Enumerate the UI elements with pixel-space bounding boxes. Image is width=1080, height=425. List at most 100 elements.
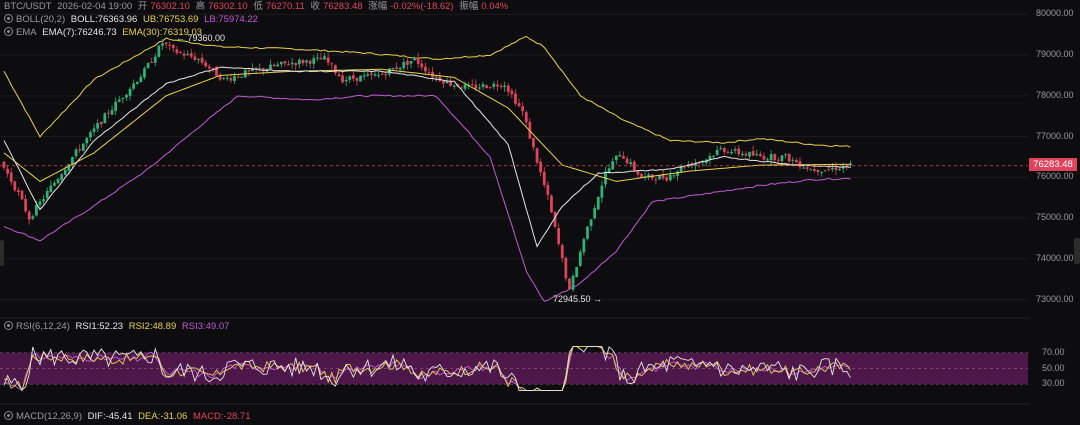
candle-body	[222, 77, 226, 79]
candle-body	[813, 169, 816, 171]
macd-header[interactable]: MACD(12,26,9) DIF:-45.41 DEA:-31.06 MACD…	[4, 411, 254, 423]
rsi-header[interactable]: RSI(6,12,24) RSI1:52.23 RSI2:48.89 RSI3:…	[4, 321, 232, 333]
candle-body	[593, 208, 597, 219]
candle-body	[586, 226, 589, 239]
candle-body	[258, 68, 262, 70]
candle-body	[92, 128, 96, 132]
rsi2-value: RSI2:48.89	[128, 321, 177, 332]
low-label: 低	[253, 1, 263, 12]
candle-body	[193, 56, 197, 60]
candle-body	[157, 45, 161, 57]
candlestick-chart[interactable]	[0, 0, 1080, 425]
candle-body	[748, 152, 751, 157]
bollinger-bands	[3, 35, 851, 302]
low-marker-label: 72945.50 →	[553, 294, 603, 304]
candle-body	[463, 84, 467, 89]
candle-body	[614, 155, 618, 161]
close-value: 76283.48	[322, 1, 363, 12]
candle-body	[762, 156, 766, 160]
candle-body	[402, 61, 406, 69]
price-tick-label: 74000.00	[1036, 252, 1074, 263]
candle-body	[632, 161, 636, 171]
ema30-line	[3, 68, 851, 182]
candle-body	[550, 195, 553, 213]
candle-body	[654, 179, 658, 181]
candle-body	[582, 239, 586, 253]
candle-body	[722, 148, 726, 153]
candle-body	[143, 68, 146, 78]
rsi-tick-label: 30.00	[1042, 378, 1065, 389]
eye-icon[interactable]	[4, 27, 13, 36]
high-label: 高	[195, 1, 206, 12]
candle-body	[510, 90, 514, 95]
candle-body	[2, 161, 6, 168]
candle-body	[351, 75, 355, 79]
candle-body	[171, 44, 175, 49]
candle-body	[117, 99, 121, 102]
last-price-tag: 76283.48	[1029, 158, 1077, 171]
candle-body	[42, 199, 45, 202]
candle-body	[99, 121, 103, 125]
candle-body	[53, 182, 56, 186]
candle-body	[121, 97, 125, 100]
candle-body	[17, 190, 20, 192]
candle-body	[182, 53, 186, 56]
rsi-tick-label: 50.00	[1042, 362, 1065, 373]
candle-body	[726, 151, 730, 153]
candle-body	[420, 63, 424, 68]
candle-body	[81, 143, 85, 151]
right-scroll-handle[interactable]	[1074, 238, 1080, 264]
candle-body	[823, 170, 827, 172]
eye-icon[interactable]	[4, 14, 13, 23]
candle-body	[359, 75, 362, 82]
candle-body	[719, 147, 723, 149]
candle-body	[107, 112, 110, 114]
candle-body	[312, 58, 316, 64]
candle-body	[301, 59, 305, 64]
candle-body	[24, 198, 27, 212]
candle-body	[755, 153, 759, 156]
candle-body	[125, 94, 128, 98]
boll-header[interactable]: BOLL(20,2) BOLL:76363.96 UB:76753.69 LB:…	[4, 14, 261, 26]
candle-body	[207, 66, 211, 69]
candle-body	[769, 154, 773, 161]
candle-body	[283, 61, 287, 64]
high-value: 76302.10	[208, 1, 248, 12]
candle-body	[110, 109, 114, 115]
candle-body	[424, 66, 427, 72]
eye-icon[interactable]	[4, 321, 13, 330]
candle-body	[132, 83, 136, 89]
candle-body	[96, 123, 100, 129]
candle-body	[269, 64, 272, 69]
ema-header[interactable]: EMA EMA(7):76246.73 EMA(30):76319.03	[4, 27, 205, 39]
high-marker-label: ← 79360.00	[176, 33, 226, 43]
candle-body	[744, 153, 748, 156]
candle-body	[380, 73, 384, 75]
candle-body	[557, 227, 561, 244]
rsi-tick-label: 70.00	[1042, 346, 1065, 357]
eye-icon[interactable]	[4, 411, 13, 420]
candle-body	[337, 74, 341, 77]
candle-body	[524, 112, 528, 123]
candle-body	[474, 84, 478, 89]
left-scroll-handle[interactable]	[0, 240, 4, 266]
candle-body	[683, 166, 687, 168]
candle-body	[272, 64, 276, 67]
candle-body	[668, 174, 672, 181]
candle-body	[168, 44, 172, 46]
candle-body	[85, 137, 89, 144]
candle-body	[503, 85, 507, 87]
candle-body	[31, 216, 35, 219]
candle-body	[186, 54, 190, 56]
candle-body	[384, 74, 388, 76]
amplitude-label: 振幅	[459, 1, 479, 12]
candle-body	[542, 171, 546, 186]
candle-body	[355, 77, 359, 81]
candle-body	[294, 62, 298, 66]
candle-body	[45, 191, 49, 199]
candle-body	[532, 137, 535, 148]
open-label: 开	[137, 1, 148, 12]
price-tick-label: 79000.00	[1036, 48, 1074, 59]
candle-body	[488, 87, 492, 89]
candle-body	[629, 162, 633, 165]
